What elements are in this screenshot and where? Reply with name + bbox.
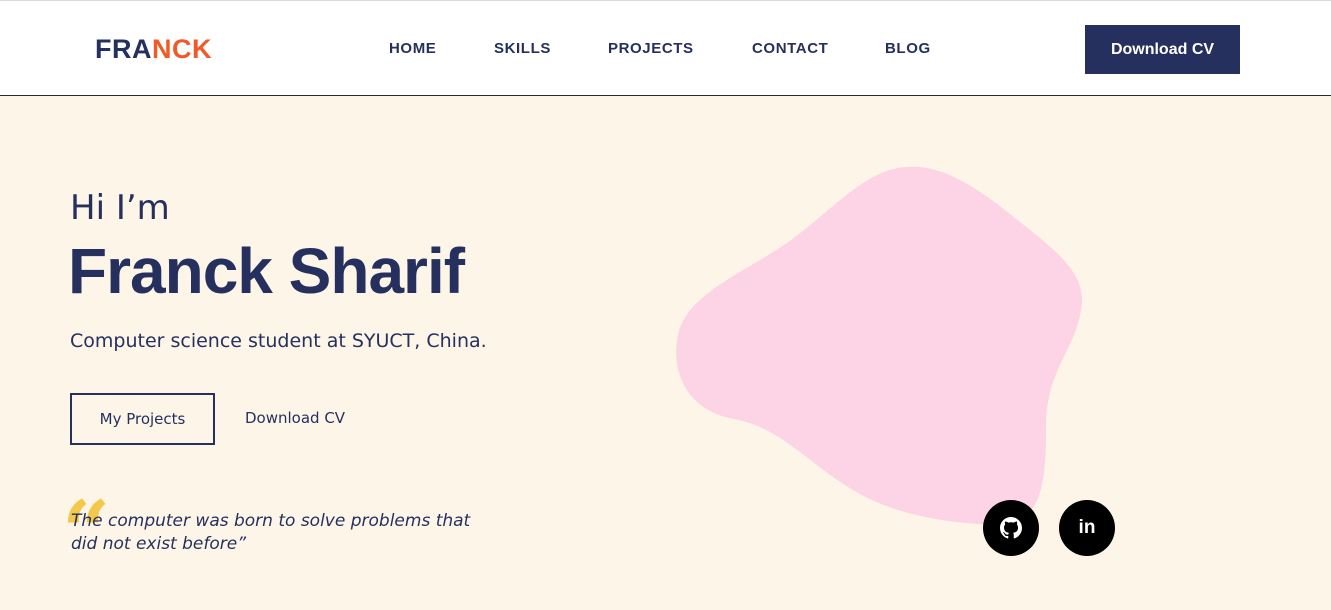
linkedin-link[interactable]: in [1059,500,1115,556]
download-cv-button[interactable]: Download CV [1085,25,1240,74]
nav-link-contact[interactable]: CONTACT [752,39,828,59]
nav-link-home[interactable]: HOME [389,39,436,59]
linkedin-icon: in [1078,517,1096,538]
site-header: FRANCK HOME SKILLS PROJECTS CONTACT BLOG… [0,0,1331,96]
github-icon [1000,517,1022,539]
download-cv-link[interactable]: Download CV [245,408,345,428]
hero-subtitle: Computer science student at SYUCT, China… [70,330,487,352]
hero-quote: The computer was born to solve problems … [71,511,471,554]
logo-text-part-b: NCK [152,34,212,64]
my-projects-button[interactable]: My Projects [70,393,215,445]
nav-link-projects[interactable]: PROJECTS [608,39,694,59]
logo-text-part-a: FRA [95,34,152,64]
hero-name: Franck Sharif [68,235,465,307]
site-logo[interactable]: FRANCK [95,33,212,65]
nav-link-skills[interactable]: SKILLS [494,39,551,59]
nav-link-blog[interactable]: BLOG [885,39,931,59]
hero-greeting: Hi I’m [70,188,170,228]
decorative-blob [676,166,1082,526]
github-link[interactable] [983,500,1039,556]
